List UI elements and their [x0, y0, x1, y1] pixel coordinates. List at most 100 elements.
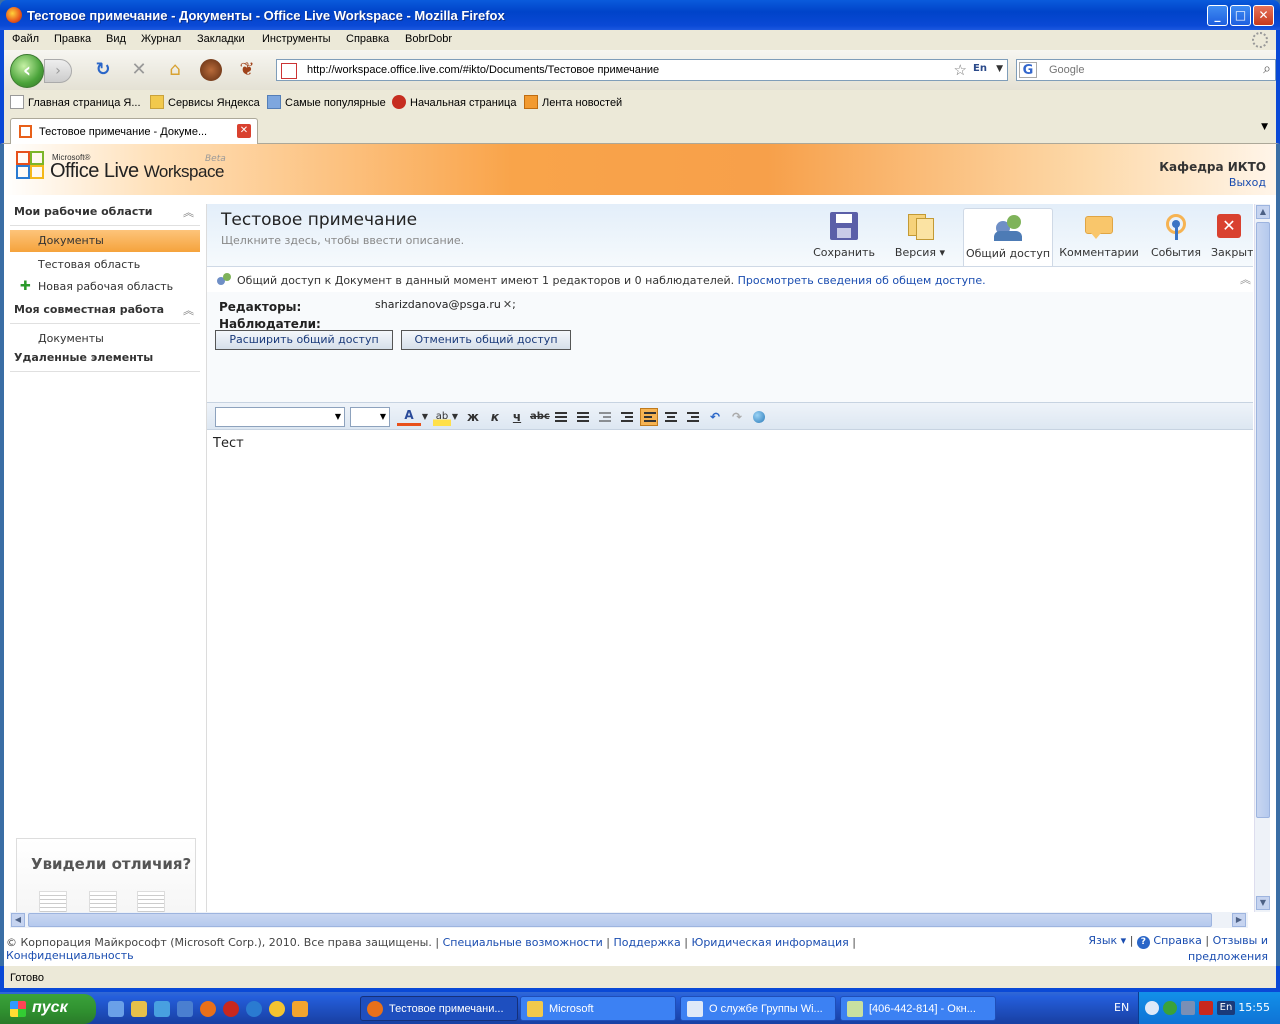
tray-app-icon[interactable]	[1181, 1001, 1195, 1015]
section-shared-work[interactable]: Моя совместная работа ︽	[10, 300, 200, 324]
menu-help[interactable]: Справка	[346, 33, 389, 45]
taskbar-item-help[interactable]: О службе Группы Wi...	[680, 996, 836, 1021]
events-button[interactable]: События	[1147, 208, 1205, 266]
footer-link-support[interactable]: Поддержка	[613, 936, 680, 949]
vertical-scrollbar[interactable]: ▲ ▼	[1254, 204, 1270, 912]
decrease-indent-icon[interactable]	[596, 408, 614, 426]
scroll-up-icon[interactable]: ▲	[1256, 205, 1270, 219]
horizontal-scrollbar[interactable]: ◀ ▶	[10, 912, 1248, 928]
footer-link-accessibility[interactable]: Специальные возможности	[443, 936, 603, 949]
collapse-icon[interactable]: ︽	[183, 204, 194, 220]
horizontal-scroll-thumb[interactable]	[28, 913, 1212, 927]
start-button[interactable]: пуск	[0, 994, 96, 1024]
help-link[interactable]: Справка	[1153, 934, 1201, 947]
quicklaunch-app-icon[interactable]	[154, 1001, 170, 1017]
feedback-link-continuation[interactable]: предложения	[1188, 950, 1268, 963]
footer-link-privacy[interactable]: Конфиденциальность	[6, 949, 134, 962]
share-details-link[interactable]: Просмотреть сведения об общем доступе.	[738, 274, 986, 287]
font-color-dropdown-icon[interactable]: ▼	[421, 408, 429, 426]
quicklaunch-firefox-icon[interactable]	[200, 1001, 216, 1017]
font-color-icon[interactable]: A	[397, 408, 421, 426]
tray-antivirus-icon[interactable]	[1199, 1001, 1213, 1015]
version-button[interactable]: Версия ▾	[887, 208, 953, 266]
bookmark-news-feed[interactable]: Лента новостей	[524, 95, 622, 109]
document-title[interactable]: Тестовое примечание	[221, 210, 417, 230]
insert-link-icon[interactable]	[750, 408, 768, 426]
scroll-right-icon[interactable]: ▶	[1232, 913, 1246, 927]
minimize-button[interactable]: _	[1207, 5, 1228, 26]
tab-document[interactable]: Тестовое примечание - Докуме... ✕	[10, 118, 258, 144]
menu-history[interactable]: Журнал	[141, 33, 181, 45]
url-bar[interactable]: ☆ En ▼	[276, 59, 1008, 81]
cancel-sharing-button[interactable]: Отменить общий доступ	[401, 330, 571, 350]
search-icon[interactable]: ⌕	[1263, 61, 1271, 77]
google-icon[interactable]: G	[1019, 62, 1037, 78]
bookmark-yandex-services[interactable]: Сервисы Яндекса	[150, 95, 260, 109]
scroll-left-icon[interactable]: ◀	[11, 913, 25, 927]
taskbar-item-window[interactable]: [406-442-814] - Окн...	[840, 996, 996, 1021]
back-button[interactable]: ‹	[10, 54, 44, 88]
bookmark-start-page[interactable]: Начальная страница	[392, 95, 516, 109]
tray-expand-icon[interactable]	[1145, 1001, 1159, 1015]
show-desktop-icon[interactable]	[108, 1001, 124, 1017]
close-tab-icon[interactable]: ✕	[237, 124, 251, 138]
numbered-list-icon[interactable]	[552, 408, 570, 426]
search-bar[interactable]: G ⌕	[1016, 59, 1276, 81]
url-input[interactable]	[307, 62, 947, 78]
align-center-icon[interactable]	[662, 408, 680, 426]
paw-icon[interactable]: ❦	[236, 59, 258, 81]
collapse-icon[interactable]: ︽	[183, 302, 194, 318]
taskbar-item-firefox[interactable]: Тестовое примечани...	[360, 996, 518, 1021]
quicklaunch-app-icon[interactable]	[131, 1001, 147, 1017]
keyboard-language[interactable]: EN	[1114, 1001, 1129, 1014]
sidebar-item-documents[interactable]: Документы	[10, 230, 200, 252]
quicklaunch-app-icon[interactable]	[177, 1001, 193, 1017]
italic-button[interactable]: к	[486, 408, 504, 426]
menu-bookmarks[interactable]: Закладки	[197, 33, 245, 45]
underline-button[interactable]: ч	[508, 408, 526, 426]
undo-icon[interactable]: ↶	[706, 408, 724, 426]
menu-view[interactable]: Вид	[106, 33, 126, 45]
quicklaunch-ie-icon[interactable]	[246, 1001, 262, 1017]
remove-editor-icon[interactable]: ✕	[503, 298, 512, 311]
section-my-workspaces[interactable]: Мои рабочие области ︽	[10, 202, 200, 226]
close-document-button[interactable]: ✕ Закрыть	[1211, 208, 1253, 266]
increase-indent-icon[interactable]	[618, 408, 636, 426]
menu-file[interactable]: Файл	[12, 33, 39, 45]
feedback-link[interactable]: Отзывы и	[1213, 934, 1268, 947]
align-right-icon[interactable]	[684, 408, 702, 426]
maximize-button[interactable]: □	[1230, 5, 1251, 26]
bookmark-star-icon[interactable]: ☆	[954, 61, 967, 79]
save-button[interactable]: Сохранить	[811, 208, 877, 266]
tray-app-icon[interactable]	[1163, 1001, 1177, 1015]
tab-list-icon[interactable]: ▼	[1261, 122, 1268, 132]
reload-icon[interactable]: ↻	[92, 59, 114, 81]
align-left-icon[interactable]	[640, 408, 658, 426]
footer-link-legal[interactable]: Юридическая информация	[691, 936, 848, 949]
sidebar-item-test-area[interactable]: Тестовая область	[10, 254, 200, 276]
version-dropdown-icon[interactable]: ▾	[940, 246, 946, 259]
document-description[interactable]: Щелкните здесь, чтобы ввести описание.	[221, 234, 464, 247]
url-dropdown-icon[interactable]: ▼	[996, 64, 1003, 74]
comments-button[interactable]: Комментарии	[1059, 208, 1139, 266]
vertical-scroll-thumb[interactable]	[1256, 222, 1270, 818]
highlight-icon[interactable]: ab	[433, 408, 451, 426]
bookmark-most-popular[interactable]: Самые популярные	[267, 95, 386, 109]
document-editor[interactable]: Тест	[207, 430, 1253, 912]
language-menu[interactable]: Язык ▾	[1088, 934, 1126, 947]
font-size-select[interactable]: ▼	[350, 407, 390, 427]
quicklaunch-media-icon[interactable]	[269, 1001, 285, 1017]
logout-link[interactable]: Выход	[1229, 176, 1266, 189]
expand-sharing-button[interactable]: Расширить общий доступ	[215, 330, 393, 350]
home-icon[interactable]: ⌂	[164, 59, 186, 81]
close-window-button[interactable]: ✕	[1253, 5, 1274, 26]
stop-icon[interactable]: ✕	[128, 59, 150, 81]
product-name[interactable]: Office Live Workspace	[50, 160, 224, 183]
sidebar-item-shared-documents[interactable]: Документы	[10, 328, 200, 350]
sidebar-item-new-workspace[interactable]: ✚ Новая рабочая область	[10, 276, 200, 298]
strikethrough-button[interactable]: abc	[530, 408, 550, 426]
bookmark-yandex-home[interactable]: Главная страница Я...	[10, 95, 141, 109]
forward-button[interactable]: ›	[44, 59, 72, 83]
menu-bobrdobr[interactable]: BobrDobr	[405, 33, 452, 45]
quicklaunch-app-icon[interactable]	[292, 1001, 308, 1017]
